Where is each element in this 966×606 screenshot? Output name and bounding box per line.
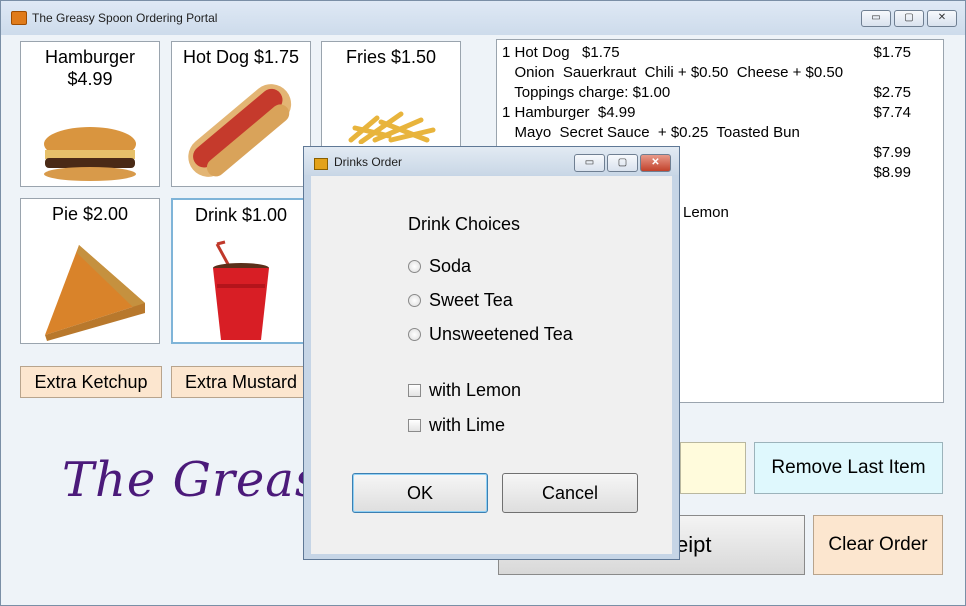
drinks-order-dialog: Drinks Order ▭ ▢ ✕ Drink Choices Soda Sw… xyxy=(303,146,680,560)
dialog-maximize-button[interactable]: ▢ xyxy=(607,154,638,172)
tile-label: Fries $1.50 xyxy=(345,47,437,67)
radio-label: Soda xyxy=(429,256,472,276)
clear-order-button[interactable]: Clear Order xyxy=(813,515,943,575)
checkbox-with-lemon[interactable]: with Lemon xyxy=(408,380,521,401)
radio-label: Sweet Tea xyxy=(429,290,513,310)
dialog-close-button[interactable]: ✕ xyxy=(640,154,671,172)
extra-mustard-button[interactable]: Extra Mustard xyxy=(171,366,311,398)
dialog-app-icon xyxy=(314,158,328,170)
dialog-body: Drink Choices Soda Sweet Tea Unsweetened… xyxy=(311,176,672,554)
menu-item-pie[interactable]: Pie $2.00 xyxy=(20,198,160,344)
order-row: Mayo Secret Sauce + $0.25 Toasted Bun xyxy=(502,124,800,141)
radio-sweet-tea[interactable]: Sweet Tea xyxy=(408,290,513,311)
dialog-title-bar: Drinks Order ▭ ▢ ✕ xyxy=(304,147,679,175)
dialog-minimize-button[interactable]: ▭ xyxy=(574,154,605,172)
radio-icon xyxy=(408,328,421,341)
close-button[interactable]: ✕ xyxy=(927,10,957,27)
radio-soda[interactable]: Soda xyxy=(408,256,471,277)
radio-unsweetened-tea[interactable]: Unsweetened Tea xyxy=(408,324,573,345)
window-title: The Greasy Spoon Ordering Portal xyxy=(32,11,218,25)
dialog-title: Drinks Order xyxy=(334,155,403,169)
tile-label: Hamburger xyxy=(44,47,136,67)
cancel-button[interactable]: Cancel xyxy=(502,473,638,513)
pie-icon xyxy=(45,245,145,341)
tile-price: $4.99 xyxy=(67,69,113,89)
app-icon xyxy=(11,11,27,25)
ok-button[interactable]: OK xyxy=(352,473,488,513)
checkbox-label: with Lemon xyxy=(429,380,522,400)
tile-label: Hot Dog $1.75 xyxy=(182,47,300,67)
remove-last-item-button[interactable]: Remove Last Item xyxy=(754,442,943,494)
drink-choices-heading: Drink Choices xyxy=(408,214,521,234)
order-row: Toppings charge: $1.00 $2.75 xyxy=(502,84,911,101)
minimize-button[interactable]: ▭ xyxy=(861,10,891,27)
order-row: 1 Hamburger $4.99 $7.74 xyxy=(502,104,911,121)
checkbox-with-lime[interactable]: with Lime xyxy=(408,415,505,436)
menu-item-drink[interactable]: Drink $1.00 xyxy=(171,198,311,344)
menu-item-hotdog[interactable]: Hot Dog $1.75 xyxy=(171,41,311,187)
extra-ketchup-button[interactable]: Extra Ketchup xyxy=(20,366,162,398)
title-bar: The Greasy Spoon Ordering Portal ▭ ▢ ✕ xyxy=(1,1,965,35)
tile-label: Drink $1.00 xyxy=(194,205,288,225)
tile-label: Pie $2.00 xyxy=(51,204,129,224)
order-row: 1 Hot Dog $1.75 $1.75 xyxy=(502,44,911,61)
drink-icon xyxy=(213,240,269,340)
maximize-button[interactable]: ▢ xyxy=(894,10,924,27)
checkbox-icon xyxy=(408,419,421,432)
radio-label: Unsweetened Tea xyxy=(429,324,573,344)
hamburger-icon xyxy=(44,127,136,181)
checkbox-icon xyxy=(408,384,421,397)
menu-item-hamburger[interactable]: Hamburger $4.99 xyxy=(20,41,160,187)
order-row: Onion Sauerkraut Chili + $0.50 Cheese + … xyxy=(502,64,844,81)
total-display xyxy=(680,442,746,494)
radio-icon xyxy=(408,260,421,273)
fries-icon xyxy=(348,111,436,144)
checkbox-label: with Lime xyxy=(429,415,506,435)
hotdog-icon xyxy=(188,84,292,177)
radio-icon xyxy=(408,294,421,307)
